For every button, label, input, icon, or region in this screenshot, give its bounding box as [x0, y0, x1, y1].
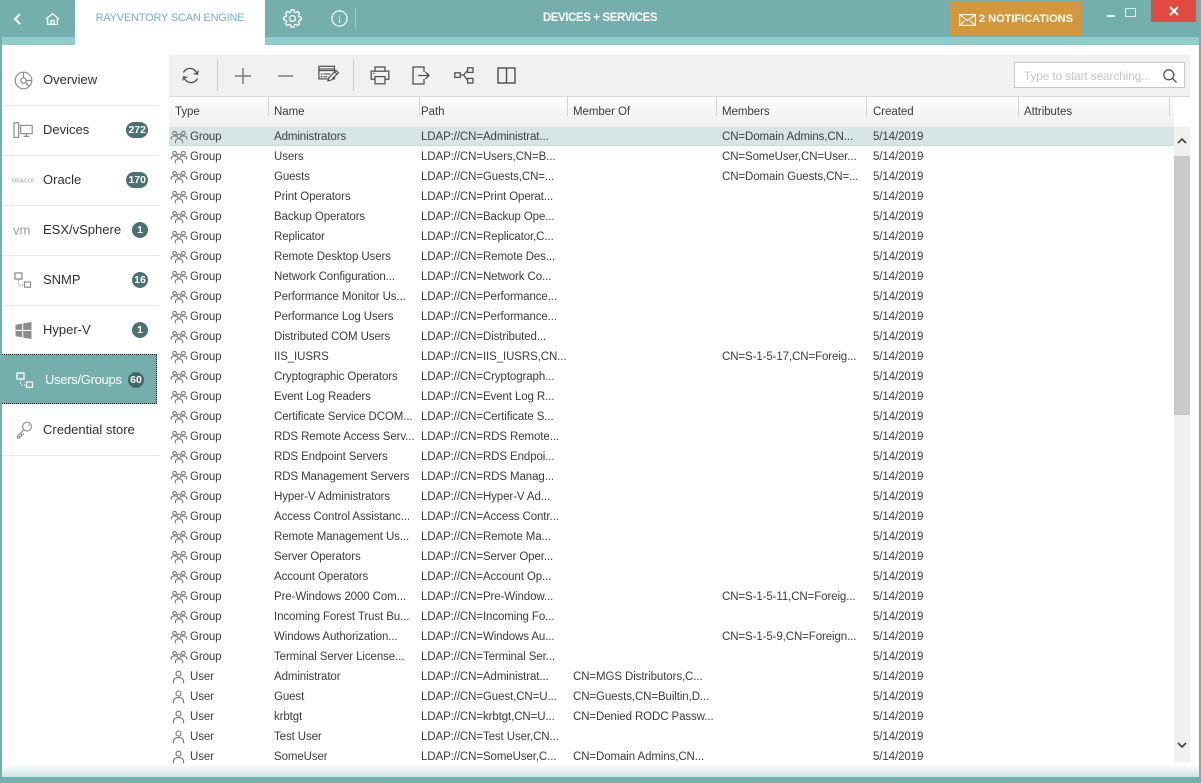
svg-text:vm: vm	[13, 225, 30, 236]
svg-text:i: i	[338, 14, 341, 25]
svg-text:ORACLE: ORACLE	[12, 178, 34, 184]
